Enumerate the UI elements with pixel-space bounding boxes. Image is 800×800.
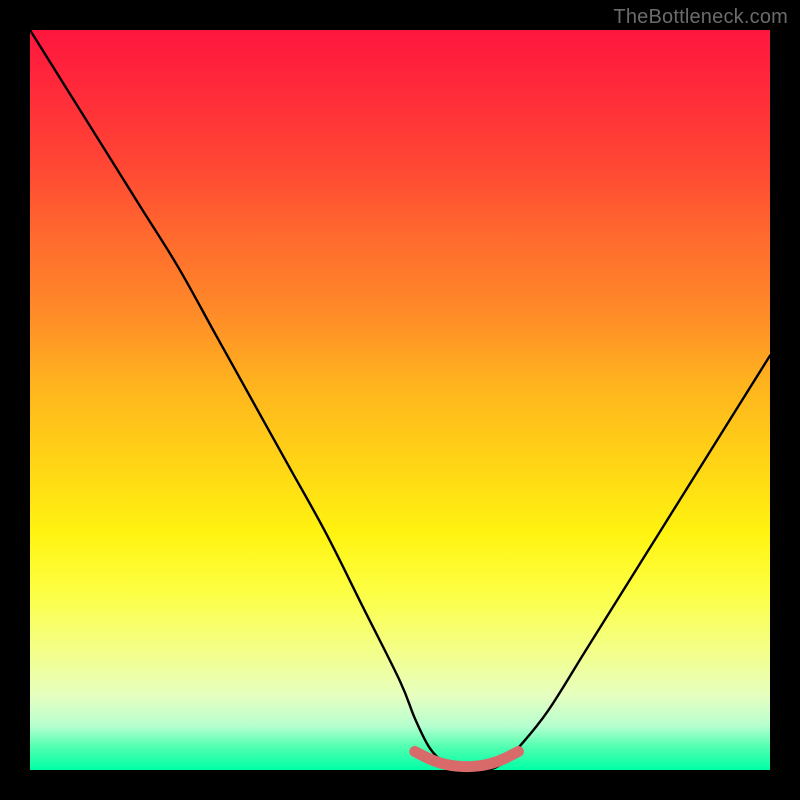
watermark-text: TheBottleneck.com	[613, 6, 788, 29]
plot-area	[30, 30, 770, 770]
bottleneck-curve-path	[30, 30, 770, 771]
curve-layer	[30, 30, 770, 770]
chart-frame: TheBottleneck.com	[0, 0, 800, 800]
optimal-plateau-path	[415, 752, 519, 767]
